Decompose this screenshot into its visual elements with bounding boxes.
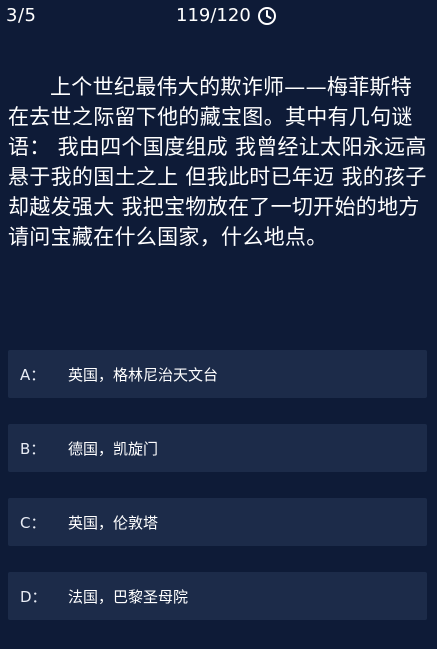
- question-text: 上个世纪最伟大的欺诈师——梅菲斯特在去世之际留下他的藏宝图。其中有几句谜语： 我…: [8, 75, 427, 249]
- option-b[interactable]: B： 德国，凯旋门: [8, 424, 427, 472]
- option-key: C：: [20, 513, 46, 532]
- option-a[interactable]: A： 英国，格林尼治天文台: [8, 350, 427, 398]
- option-d[interactable]: D： 法国，巴黎圣母院: [8, 572, 427, 620]
- clock-icon: [257, 6, 277, 26]
- top-bar: 3/5 119/120: [0, 0, 437, 34]
- option-label: 德国，凯旋门: [68, 439, 159, 458]
- option-label: 法国，巴黎圣母院: [68, 587, 189, 606]
- option-key: B：: [20, 439, 46, 458]
- option-c[interactable]: C： 英国，伦敦塔: [8, 498, 427, 546]
- timer: 119/120: [176, 4, 277, 28]
- question-progress: 3/5: [6, 5, 37, 26]
- option-label: 英国，格林尼治天文台: [68, 365, 219, 384]
- option-key: D：: [20, 587, 47, 606]
- option-label: 英国，伦敦塔: [68, 513, 159, 532]
- option-key: A：: [20, 365, 46, 384]
- timer-value: 119/120: [176, 5, 251, 26]
